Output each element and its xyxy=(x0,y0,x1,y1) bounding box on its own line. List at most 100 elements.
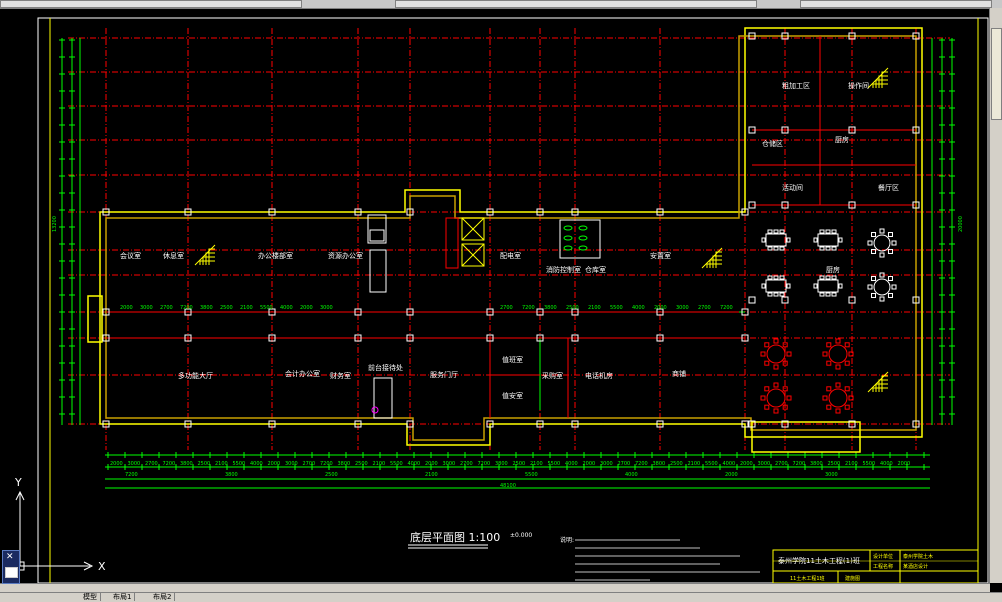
dim-number: 7200 xyxy=(320,461,333,467)
dim-number: 2100 xyxy=(588,305,601,311)
room-label: 活动间 xyxy=(782,183,803,192)
dim-number: 2500 xyxy=(513,461,526,467)
dim-number: 2700 xyxy=(145,461,158,467)
chair xyxy=(786,237,791,243)
chair xyxy=(773,338,779,344)
chair xyxy=(767,229,773,234)
drawing-border xyxy=(37,17,989,584)
dim-number: 5500 xyxy=(390,461,403,467)
dim-number: 4000 xyxy=(408,461,421,467)
dim-number: 2000 xyxy=(654,305,667,311)
dim-number: 5500 xyxy=(610,305,623,311)
dim-number: 2000 xyxy=(120,305,133,311)
building-walls xyxy=(87,27,923,453)
chair xyxy=(831,229,837,234)
room-label: 商铺 xyxy=(672,369,686,378)
chair xyxy=(813,283,818,289)
dim-number: 3000 xyxy=(443,461,456,467)
chair xyxy=(773,246,779,251)
dim-number: 7200 xyxy=(125,472,138,478)
chair xyxy=(786,351,792,357)
chair xyxy=(835,408,841,414)
table-round xyxy=(873,278,891,296)
dim-number: 2000 xyxy=(740,461,753,467)
chair xyxy=(764,342,770,348)
chair xyxy=(767,246,773,251)
tab-model[interactable]: 模型 xyxy=(80,593,101,601)
dim-number: 3800 xyxy=(495,461,508,467)
scroll-thumb[interactable] xyxy=(991,28,1002,120)
cad-drawing-canvas[interactable]: 会议室 休息室 办公楼部室 资源办公室多功能大厅 会计办公室 财务室 前台接待处服务门厅 值班… xyxy=(0,0,1002,601)
dim-number: 3800 xyxy=(180,461,193,467)
notes-lines xyxy=(575,539,760,581)
elevator-shafts xyxy=(445,217,485,269)
title-block-label2: 工程名称 xyxy=(873,563,893,570)
chair xyxy=(764,360,770,366)
table-rect xyxy=(817,233,839,247)
tab-layout2[interactable]: 布局2 xyxy=(150,593,176,601)
dim-number: 3800 xyxy=(810,461,823,467)
chair xyxy=(822,395,828,401)
viewport-icon[interactable] xyxy=(5,567,18,578)
table-round xyxy=(873,234,891,252)
chair xyxy=(867,240,873,246)
room-label: 配电室 xyxy=(500,251,521,260)
chair xyxy=(891,240,897,246)
dim-number: 5500 xyxy=(863,461,876,467)
dim-number: 3000 xyxy=(140,305,153,311)
notes-title: 说明: xyxy=(560,536,574,544)
chair xyxy=(779,246,785,251)
chair xyxy=(764,404,770,410)
chair xyxy=(786,395,792,401)
dim-number: 2000 xyxy=(110,461,123,467)
room-label: 前台接待处 xyxy=(368,363,403,372)
dim-number: 3000 xyxy=(128,461,141,467)
chair xyxy=(831,275,837,280)
room-label: 资源办公室 xyxy=(328,251,363,260)
chair xyxy=(761,237,766,243)
structural-columns xyxy=(102,32,920,428)
dim-number: 2000 xyxy=(300,305,313,311)
chair xyxy=(831,246,837,251)
dim-number: 3000 xyxy=(825,472,838,478)
chair xyxy=(871,276,877,282)
dim-number: 7200 xyxy=(793,461,806,467)
chair xyxy=(773,229,779,234)
chair xyxy=(761,283,766,289)
room-label: 仓储区 xyxy=(762,139,783,148)
dim-number: 2100 xyxy=(845,461,858,467)
room-label: 操作间 xyxy=(848,81,869,90)
dim-number: 5500 xyxy=(233,461,246,467)
chair xyxy=(879,296,885,302)
chair xyxy=(819,275,825,280)
room-label: 消防控制室 xyxy=(546,265,581,274)
chair xyxy=(773,408,779,414)
chair xyxy=(786,283,791,289)
dim-number: 7200 xyxy=(720,305,733,311)
dim-number: 5500 xyxy=(548,461,561,467)
chair xyxy=(835,364,841,370)
dim-number: 2000 xyxy=(268,461,281,467)
dim-number: 2100 xyxy=(215,461,228,467)
dim-number: 4000 xyxy=(723,461,736,467)
dim-number: 4000 xyxy=(625,472,638,478)
chair xyxy=(760,395,766,401)
dim-number: 2700 xyxy=(618,461,631,467)
drawing-title: 底层平面图 1:100 xyxy=(410,530,500,544)
viewport-control[interactable]: ✕ xyxy=(2,550,20,584)
chair xyxy=(844,342,850,348)
room-label: 安置室 xyxy=(650,251,671,260)
chair xyxy=(773,364,779,370)
dim-number: 3000 xyxy=(676,305,689,311)
dim-number: 2500 xyxy=(198,461,211,467)
chair xyxy=(879,252,885,258)
chair xyxy=(838,237,843,243)
close-icon[interactable]: ✕ xyxy=(6,553,15,562)
chair xyxy=(887,276,893,282)
chair xyxy=(887,292,893,298)
vertical-scrollbar[interactable] xyxy=(989,8,1002,583)
tab-layout1[interactable]: 布局1 xyxy=(110,593,136,601)
chair xyxy=(871,232,877,238)
chair xyxy=(779,229,785,234)
chair xyxy=(826,342,832,348)
